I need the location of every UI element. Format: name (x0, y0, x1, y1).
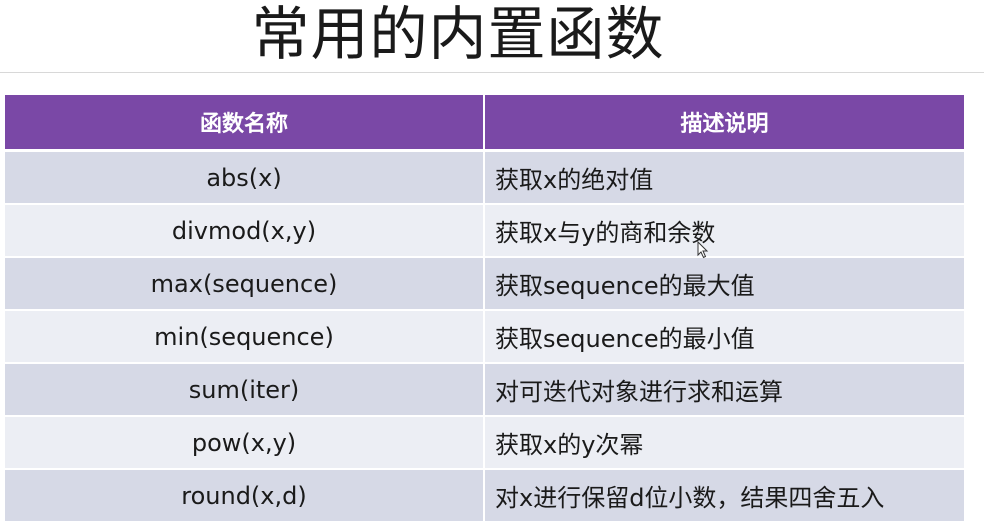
function-cell: pow(x,y) (5, 417, 485, 470)
mouse-cursor-icon (697, 241, 709, 259)
function-cell: round(x,d) (5, 470, 485, 523)
header-function-name: 函数名称 (5, 95, 485, 152)
table-row: divmod(x,y) 获取x与y的商和余数 (5, 205, 964, 258)
function-cell: divmod(x,y) (5, 205, 485, 258)
slide-title: 常用的内置函数 (251, 0, 665, 68)
table-row: sum(iter) 对可迭代对象进行求和运算 (5, 364, 964, 417)
function-cell: sum(iter) (5, 364, 485, 417)
table-row: round(x,d) 对x进行保留d位小数，结果四舍五入 (5, 470, 964, 523)
table-header-row: 函数名称 描述说明 (5, 95, 964, 152)
table-row: pow(x,y) 获取x的y次幂 (5, 417, 964, 470)
slide: 常用的内置函数 函数名称 描述说明 abs(x) 获取x的绝对值 divmod(… (0, 0, 984, 528)
description-cell: 对可迭代对象进行求和运算 (485, 364, 964, 417)
header-description: 描述说明 (485, 95, 964, 152)
table-row: abs(x) 获取x的绝对值 (5, 152, 964, 205)
description-cell: 获取x与y的商和余数 (485, 205, 964, 258)
title-divider (0, 72, 984, 73)
description-cell: 获取sequence的最大值 (485, 258, 964, 311)
table-row: min(sequence) 获取sequence的最小值 (5, 311, 964, 364)
description-cell: 获取x的绝对值 (485, 152, 964, 205)
function-cell: abs(x) (5, 152, 485, 205)
description-cell: 获取sequence的最小值 (485, 311, 964, 364)
builtin-functions-table: 函数名称 描述说明 abs(x) 获取x的绝对值 divmod(x,y) 获取x… (5, 95, 964, 523)
function-cell: max(sequence) (5, 258, 485, 311)
function-cell: min(sequence) (5, 311, 485, 364)
description-cell: 对x进行保留d位小数，结果四舍五入 (485, 470, 964, 523)
description-cell: 获取x的y次幂 (485, 417, 964, 470)
functions-table-container: 函数名称 描述说明 abs(x) 获取x的绝对值 divmod(x,y) 获取x… (5, 95, 964, 523)
table-row: max(sequence) 获取sequence的最大值 (5, 258, 964, 311)
